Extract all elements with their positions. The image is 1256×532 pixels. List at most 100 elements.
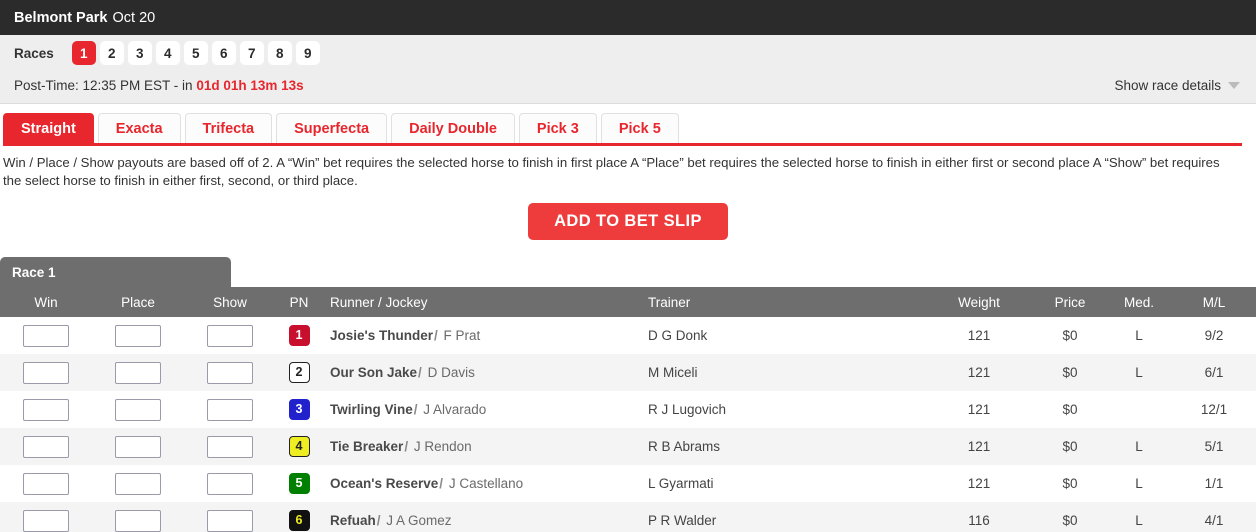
trainer-cell: D G Donk bbox=[648, 328, 708, 343]
bet-tab-exacta[interactable]: Exacta bbox=[97, 113, 181, 143]
bet-tab-daily-double[interactable]: Daily Double bbox=[391, 113, 515, 143]
bet-tab-pick-3[interactable]: Pick 3 bbox=[518, 113, 597, 143]
morning-line-odds-cell: 6/1 bbox=[1204, 365, 1224, 380]
weight-cell: 116 bbox=[968, 513, 990, 528]
win-input[interactable] bbox=[23, 435, 69, 458]
show-input[interactable] bbox=[207, 361, 253, 384]
post-position-badge: 6 bbox=[288, 510, 310, 531]
bet-tab-trifecta[interactable]: Trifecta bbox=[184, 113, 273, 143]
post-time-row: Post-Time: 12:35 PM EST - in 01d 01h 13m… bbox=[14, 71, 1242, 103]
races-row: Races 123456789 bbox=[14, 35, 1242, 71]
jockey-name: J Alvarado bbox=[419, 402, 487, 417]
race-number-buttons: 123456789 bbox=[71, 41, 320, 65]
runner-name[interactable]: Refuah bbox=[330, 513, 376, 528]
show-cell bbox=[184, 317, 276, 354]
add-to-bet-slip-button[interactable]: ADD TO BET SLIP bbox=[528, 203, 728, 240]
show-cell bbox=[184, 354, 276, 391]
place-cell bbox=[92, 354, 184, 391]
show-cell bbox=[184, 465, 276, 502]
place-input[interactable] bbox=[115, 472, 161, 495]
race-number-button-6[interactable]: 6 bbox=[211, 41, 236, 65]
runner-name[interactable]: Ocean's Reserve bbox=[330, 476, 438, 491]
race-number-button-9[interactable]: 9 bbox=[295, 41, 320, 65]
race-number-button-4[interactable]: 4 bbox=[155, 41, 180, 65]
post-position-cell: 4 bbox=[276, 428, 322, 465]
price-cell: $0 bbox=[1062, 402, 1078, 417]
morning-line-odds-cell: 1/1 bbox=[1204, 476, 1224, 491]
place-input[interactable] bbox=[115, 435, 161, 458]
show-input[interactable] bbox=[207, 435, 253, 458]
show-race-details-toggle[interactable]: Show race details bbox=[1114, 78, 1242, 93]
race-number-button-8[interactable]: 8 bbox=[267, 41, 292, 65]
post-position-cell: 1 bbox=[276, 317, 322, 354]
win-cell bbox=[0, 391, 92, 428]
runners-table: Win Place Show PN Runner / Jockey Trainer Weig… bbox=[0, 287, 1256, 532]
post-position-cell: 5 bbox=[276, 465, 322, 502]
table-row: 3 Twirling Vine/ J Alvarado R J Lugovich 12… bbox=[0, 391, 1256, 428]
bet-tab-pick-5[interactable]: Pick 5 bbox=[600, 113, 679, 143]
column-header-trainer: Trainer bbox=[640, 287, 924, 317]
win-input[interactable] bbox=[23, 361, 69, 384]
runner-jockey-separator: / bbox=[433, 328, 438, 343]
show-input[interactable] bbox=[207, 509, 253, 532]
table-row: 6 Refuah/ J A Gomez P R Walder 116 $0 L 4/1 bbox=[0, 502, 1256, 532]
bet-tab-straight[interactable]: Straight bbox=[3, 113, 94, 143]
runner-jockey-cell: Tie Breaker/ J Rendon bbox=[322, 428, 640, 465]
morning-line-odds-cell: 12/1 bbox=[1200, 402, 1228, 417]
runner-name[interactable]: Our Son Jake bbox=[330, 365, 417, 380]
post-time-countdown: 01d 01h 13m 13s bbox=[196, 77, 304, 93]
bet-type-description: Win / Place / Show payouts are based off… bbox=[3, 155, 1220, 188]
jockey-name: J A Gomez bbox=[382, 513, 452, 528]
weight-cell: 121 bbox=[967, 476, 991, 491]
trainer-cell: L Gyarmati bbox=[648, 476, 714, 491]
post-position-cell: 2 bbox=[276, 354, 322, 391]
runner-name[interactable]: Josie's Thunder bbox=[330, 328, 433, 343]
bet-type-tabs: Straight Exacta Trifecta Superfecta Daily Do… bbox=[0, 113, 1242, 143]
runner-name[interactable]: Twirling Vine bbox=[330, 402, 413, 417]
race-number-button-3[interactable]: 3 bbox=[127, 41, 152, 65]
place-cell bbox=[92, 391, 184, 428]
bet-type-tabs-container: Straight Exacta Trifecta Superfecta Daily Do… bbox=[0, 104, 1256, 143]
weight-cell: 121 bbox=[967, 439, 991, 454]
race-number-button-1[interactable]: 1 bbox=[71, 41, 96, 65]
trainer-cell: M Miceli bbox=[648, 365, 698, 380]
runners-table-head: Win Place Show PN Runner / Jockey Trainer Weig… bbox=[0, 287, 1256, 317]
win-input[interactable] bbox=[23, 398, 69, 421]
track-header-bar: Belmont Park Oct 20 bbox=[0, 0, 1256, 35]
weight-cell: 121 bbox=[967, 402, 991, 417]
medication-cell: L bbox=[1135, 476, 1143, 491]
bet-tab-superfecta[interactable]: Superfecta bbox=[276, 113, 388, 143]
place-cell bbox=[92, 428, 184, 465]
place-input[interactable] bbox=[115, 509, 161, 532]
runner-jockey-cell: Josie's Thunder/ F Prat bbox=[322, 317, 640, 354]
table-row: 2 Our Son Jake/ D Davis M Miceli 121 $0 L 6/1 bbox=[0, 354, 1256, 391]
jockey-name: D Davis bbox=[423, 365, 475, 380]
chevron-down-icon bbox=[1228, 81, 1240, 89]
trainer-cell: P R Walder bbox=[648, 513, 717, 528]
win-cell bbox=[0, 354, 92, 391]
show-input[interactable] bbox=[207, 398, 253, 421]
win-input[interactable] bbox=[23, 509, 69, 532]
win-input[interactable] bbox=[23, 472, 69, 495]
column-header-show: Show bbox=[184, 287, 276, 317]
runner-name[interactable]: Tie Breaker bbox=[330, 439, 403, 454]
races-label: Races bbox=[14, 45, 54, 61]
race-number-button-2[interactable]: 2 bbox=[99, 41, 124, 65]
race-number-button-5[interactable]: 5 bbox=[183, 41, 208, 65]
column-header-m-l: M/L bbox=[1172, 287, 1256, 317]
price-cell: $0 bbox=[1062, 328, 1078, 343]
medication-cell bbox=[1106, 391, 1172, 428]
column-header-win: Win bbox=[0, 287, 92, 317]
show-input[interactable] bbox=[207, 324, 253, 347]
runner-jockey-cell: Our Son Jake/ D Davis bbox=[322, 354, 640, 391]
column-header-place: Place bbox=[92, 287, 184, 317]
race-number-button-7[interactable]: 7 bbox=[239, 41, 264, 65]
show-input[interactable] bbox=[207, 472, 253, 495]
race-table-container: Race 1 Win Place Show PN Runner / Jockey Trai… bbox=[0, 240, 1256, 532]
place-input[interactable] bbox=[115, 361, 161, 384]
win-input[interactable] bbox=[23, 324, 69, 347]
table-row: 1 Josie's Thunder/ F Prat D G Donk 121 $0 L 9/… bbox=[0, 317, 1256, 354]
place-input[interactable] bbox=[115, 398, 161, 421]
race-table-tab[interactable]: Race 1 bbox=[0, 257, 231, 287]
place-input[interactable] bbox=[115, 324, 161, 347]
